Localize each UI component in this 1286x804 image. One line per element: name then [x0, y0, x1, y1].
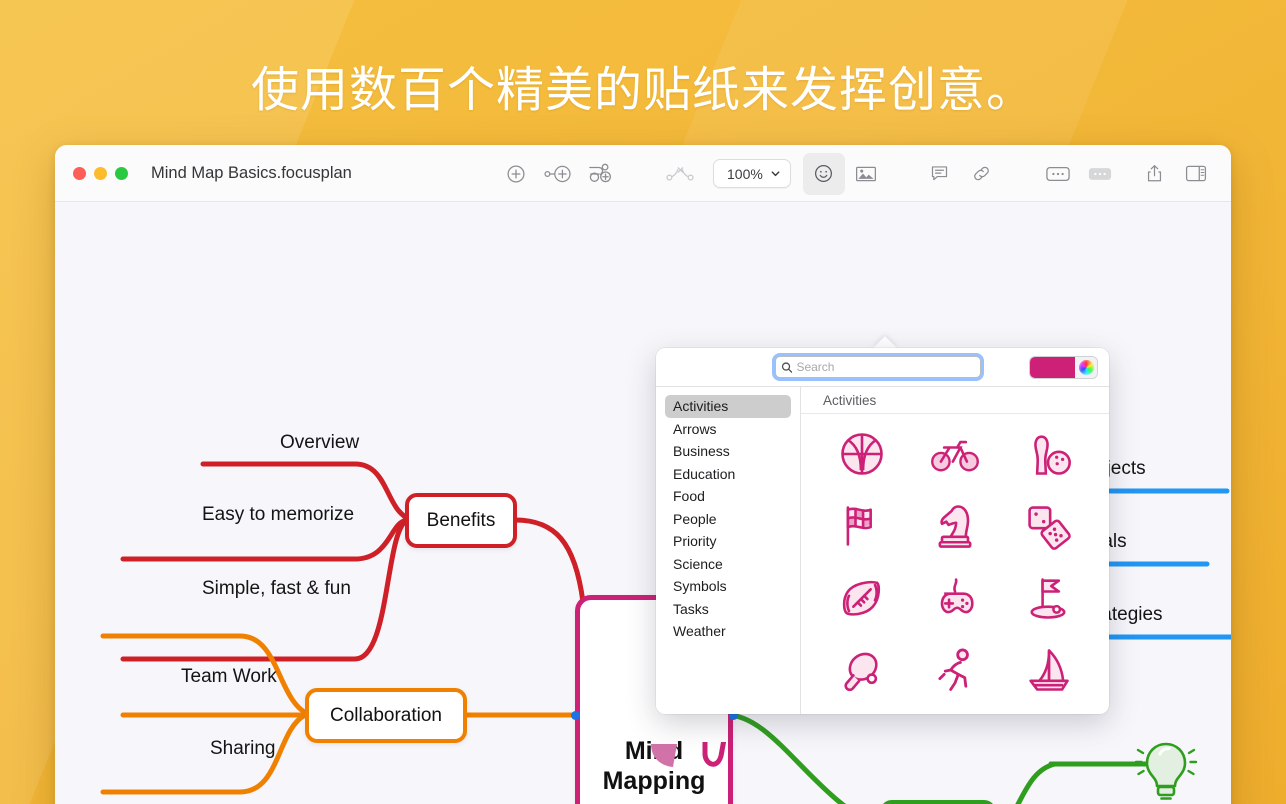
- category-item-education[interactable]: Education: [665, 463, 791, 486]
- toolbar-left-group: 100%: [495, 145, 1121, 202]
- leaf-label[interactable]: Simple, fast & fun: [202, 578, 351, 600]
- color-picker-group[interactable]: [1030, 357, 1097, 378]
- category-item-symbols[interactable]: Symbols: [665, 575, 791, 598]
- minimize-window-button[interactable]: [94, 166, 107, 180]
- category-item-business[interactable]: Business: [665, 440, 791, 463]
- note-icon[interactable]: [919, 153, 961, 195]
- category-item-activities[interactable]: Activities: [665, 395, 791, 418]
- category-item-priority[interactable]: Priority: [665, 530, 791, 553]
- category-item-weather[interactable]: Weather: [665, 620, 791, 643]
- leaf-label[interactable]: Team Work: [181, 666, 277, 688]
- leaf-label[interactable]: Sharing: [210, 738, 276, 760]
- search-field[interactable]: [774, 356, 981, 378]
- traffic-lights: [73, 166, 128, 180]
- category-item-food[interactable]: Food: [665, 485, 791, 508]
- sticker-category-list[interactable]: Activities Arrows Business Education Foo…: [656, 387, 801, 714]
- sticker-grid[interactable]: [801, 414, 1109, 714]
- sticker-popup-toolbar: [656, 348, 1109, 386]
- share-icon[interactable]: [1133, 153, 1175, 195]
- document-title: Mind Map Basics.focusplan: [151, 163, 352, 182]
- sticker-runner[interactable]: [927, 642, 983, 698]
- search-container: [774, 356, 981, 378]
- chevron-down-icon: [771, 171, 780, 177]
- more-outline-icon[interactable]: [1037, 153, 1079, 195]
- sticker-checkered-flag[interactable]: [834, 498, 890, 554]
- sticker-ping-pong[interactable]: [834, 642, 890, 698]
- sticker-gamepad[interactable]: [927, 570, 983, 626]
- topic-node-label: Collaboration: [330, 704, 442, 726]
- page-title: 使用数百个精美的贴纸来发挥创意。: [250, 62, 1035, 118]
- topic-node-benefits[interactable]: Benefits: [405, 493, 517, 548]
- color-wheel-icon: [1078, 360, 1094, 375]
- app-window: Mind Map Basics.focusplan 100% Overview …: [55, 145, 1231, 804]
- topic-node-label: Benefits: [426, 509, 496, 531]
- search-input[interactable]: [796, 360, 980, 374]
- color-wheel-button[interactable]: [1075, 357, 1097, 378]
- leaf-label[interactable]: Easy to memorize: [202, 504, 354, 526]
- link-icon[interactable]: [961, 153, 1003, 195]
- sticker-golf[interactable]: [1020, 570, 1076, 626]
- color-swatch[interactable]: [1030, 357, 1075, 378]
- central-node-sticker: [651, 742, 727, 767]
- more-filled-icon[interactable]: [1079, 153, 1121, 195]
- category-item-arrows[interactable]: Arrows: [665, 418, 791, 441]
- category-item-tasks[interactable]: Tasks: [665, 598, 791, 621]
- add-related-topic-icon[interactable]: [579, 153, 621, 195]
- sticker-sailboat[interactable]: [1020, 642, 1076, 698]
- sticker-bowling[interactable]: [1020, 426, 1076, 482]
- connector-dot[interactable]: [571, 711, 580, 720]
- category-item-science[interactable]: Science: [665, 553, 791, 576]
- lightbulb-sticker[interactable]: [1133, 732, 1199, 804]
- sticker-popup-body: Activities Arrows Business Education Foo…: [656, 386, 1109, 714]
- search-icon: [781, 361, 792, 373]
- zoom-level-select[interactable]: 100%: [713, 159, 791, 188]
- add-topic-icon[interactable]: [495, 153, 537, 195]
- toolbar-right-group: [1133, 145, 1217, 202]
- add-subtopic-icon[interactable]: [537, 153, 579, 195]
- category-item-people[interactable]: People: [665, 508, 791, 531]
- topic-node-collaboration[interactable]: Collaboration: [305, 688, 467, 743]
- stickers-icon[interactable]: [802, 152, 845, 195]
- sticker-grid-header: Activities: [801, 387, 1109, 414]
- close-window-button[interactable]: [73, 166, 86, 180]
- disconnect-icon[interactable]: [659, 153, 701, 195]
- inspector-sidebar-icon[interactable]: [1175, 153, 1217, 195]
- zoom-window-button[interactable]: [115, 166, 128, 180]
- topic-node-creativity[interactable]: Creativity: [880, 800, 996, 804]
- sticker-football[interactable]: [834, 570, 890, 626]
- title-bar: Mind Map Basics.focusplan 100%: [55, 145, 1231, 202]
- leaf-label[interactable]: Overview: [280, 432, 359, 454]
- zoom-level-value: 100%: [727, 165, 763, 182]
- sticker-picker-popup: Activities Arrows Business Education Foo…: [656, 348, 1109, 714]
- sticker-chess-knight[interactable]: [927, 498, 983, 554]
- image-icon[interactable]: [845, 153, 887, 195]
- sticker-basketball[interactable]: [834, 426, 890, 482]
- sticker-grid-pane: Activities: [801, 387, 1109, 714]
- sticker-bicycle[interactable]: [927, 426, 983, 482]
- sticker-dice[interactable]: [1020, 498, 1076, 554]
